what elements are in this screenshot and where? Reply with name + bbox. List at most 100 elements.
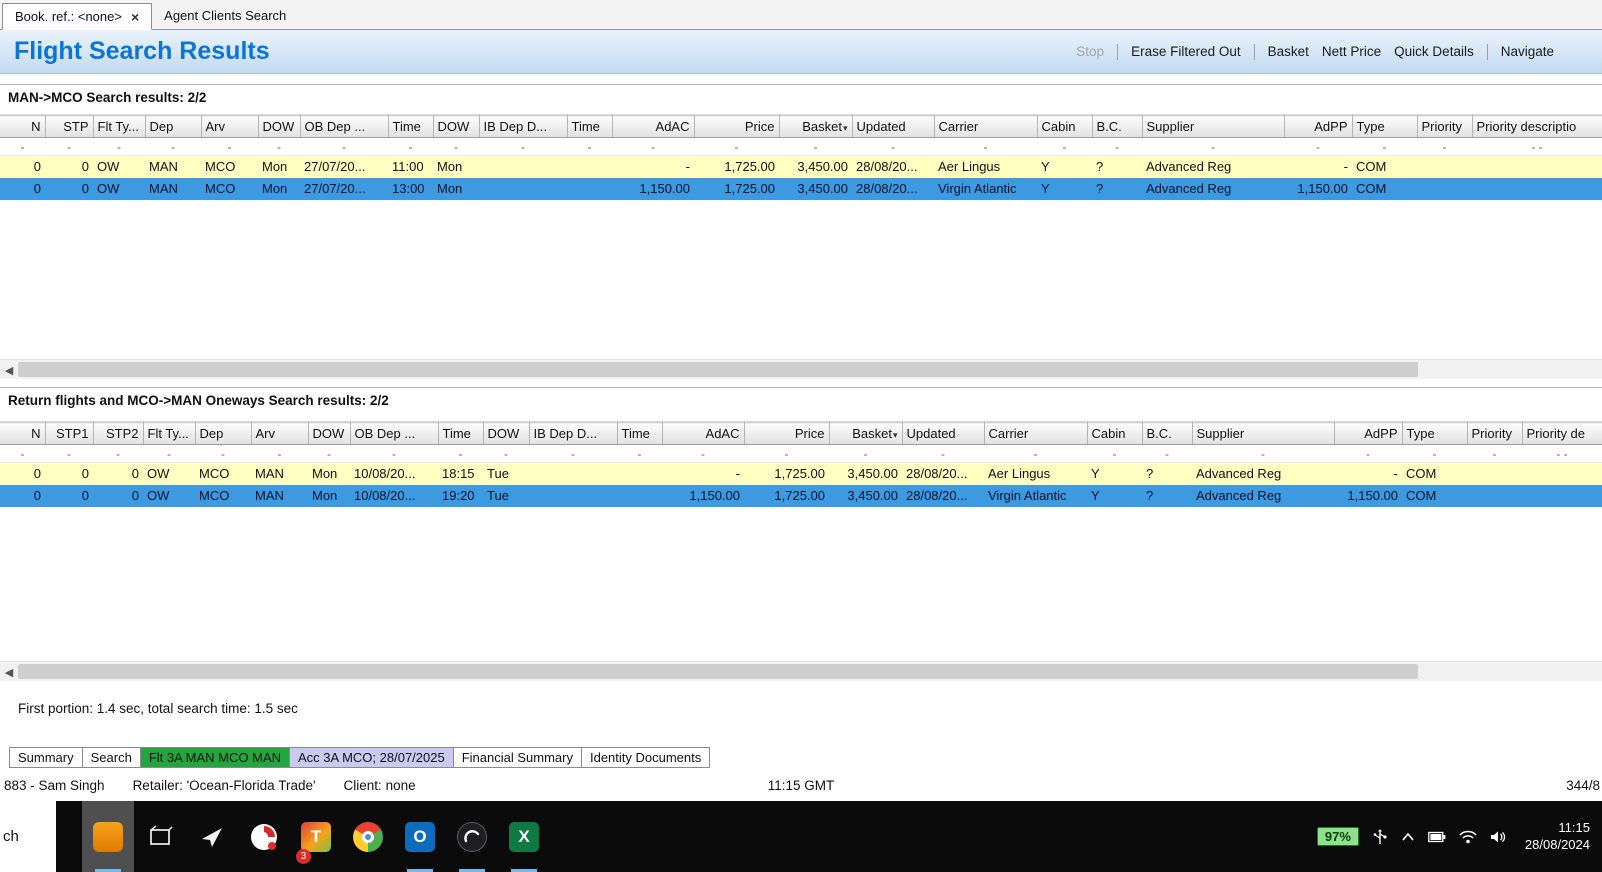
column-header[interactable]: Cabin [1037,115,1093,138]
volume-icon[interactable] [1490,830,1506,844]
filter-cell[interactable]: - [45,137,93,156]
column-header[interactable]: Cabin [1087,422,1143,445]
filter-cell[interactable]: - [388,137,433,156]
outbound-horizontal-scrollbar[interactable]: ◀ [0,359,1602,379]
column-header[interactable]: Type [1352,115,1418,138]
column-header[interactable]: Carrier [984,422,1088,445]
column-header[interactable]: DOW [433,115,480,138]
column-header[interactable]: Updated [902,422,985,445]
column-header[interactable]: Time [388,115,434,138]
filter-cell[interactable]: - [934,137,1037,156]
filter-cell[interactable]: - [1284,137,1352,156]
filter-cell[interactable]: - [1417,137,1472,156]
quick-details-button[interactable]: Quick Details [1394,44,1474,59]
filter-cell[interactable]: - [0,444,45,463]
nett-price-button[interactable]: Nett Price [1322,44,1381,59]
column-header[interactable]: AdPP [1334,422,1403,445]
column-header[interactable]: Priority de [1522,422,1602,445]
column-header[interactable]: Flt Ty... [143,422,196,445]
column-header[interactable]: Time [567,115,613,138]
filter-cell[interactable]: - [1192,444,1334,463]
column-header[interactable]: Priority [1417,115,1473,138]
bottom-tab-4[interactable]: Acc 3A MCO; 28/07/2025 [289,746,454,768]
column-header[interactable]: Basket▾ [779,115,853,138]
battery-icon[interactable] [1428,831,1446,843]
filter-cell[interactable]: - [0,137,45,156]
active-app-button[interactable] [82,801,134,872]
wifi-icon[interactable] [1459,830,1477,844]
column-header[interactable]: Price [744,422,830,445]
column-header[interactable]: Type [1402,422,1468,445]
filter-cell[interactable]: - [1142,137,1284,156]
filter-cell[interactable]: - [744,444,829,463]
red-badge-app-button[interactable] [238,801,290,872]
bottom-tab-5[interactable]: Financial Summary [452,746,582,768]
filter-cell[interactable]: - [483,444,529,463]
filter-cell[interactable]: - [143,444,195,463]
tab-agent-clients-search[interactable]: Agent Clients Search [152,2,298,29]
column-header[interactable]: DOW [308,422,351,445]
filter-cell[interactable]: - [251,444,308,463]
column-header[interactable]: Arv [201,115,259,138]
column-header[interactable]: Time [617,422,663,445]
column-header[interactable]: Arv [251,422,309,445]
flight-row[interactable]: 0 0 0 OW MCO MAN Mon 10/08/20... 19:20 Tue 1,150.0… [0,484,1602,507]
filter-cell[interactable]: - [694,137,779,156]
filter-cell[interactable]: - [1092,137,1142,156]
filter-cell[interactable]: - [258,137,300,156]
column-header[interactable]: STP [45,115,94,138]
column-header[interactable]: Flt Ty... [93,115,146,138]
column-header[interactable]: Priority descriptio [1472,115,1602,138]
filter-cell[interactable]: - [438,444,483,463]
column-header[interactable]: IB Dep D... [529,422,618,445]
column-header[interactable]: AdAC [662,422,745,445]
scrollbar-thumb[interactable] [18,362,1418,377]
stop-button[interactable]: Stop [1076,44,1104,59]
column-header[interactable]: Basket▾ [829,422,903,445]
filter-cell[interactable]: - [1334,444,1402,463]
flight-row[interactable]: 0 0 0 OW MCO MAN Mon 10/08/20... 18:15 Tue - 1,725.… [0,462,1602,485]
column-header[interactable]: Updated [852,115,935,138]
task-view-button[interactable] [134,801,186,872]
filter-cell[interactable]: - [1352,137,1417,156]
bottom-tab-1[interactable]: Summary [9,746,83,768]
close-icon[interactable]: × [131,10,139,24]
notification-app-button[interactable]: T 3 [290,801,342,872]
filter-cell[interactable]: - [829,444,902,463]
erase-filtered-out-button[interactable]: Erase Filtered Out [1131,44,1241,59]
scrollbar-thumb[interactable] [18,664,1418,679]
column-header[interactable]: Supplier [1142,115,1285,138]
battery-percent-badge[interactable]: 97% [1316,827,1359,846]
filter-cell[interactable]: - - [1522,444,1602,463]
filter-cell[interactable]: - [433,137,479,156]
column-header[interactable]: Dep [145,115,202,138]
filter-cell[interactable]: - [662,444,744,463]
filter-cell[interactable]: - [201,137,258,156]
bottom-tab-6[interactable]: Identity Documents [580,746,711,768]
filter-cell[interactable]: - [1037,137,1092,156]
filter-cell[interactable]: - [479,137,567,156]
column-header[interactable]: AdAC [612,115,695,138]
filter-cell[interactable]: - [45,444,93,463]
column-header[interactable]: Time [438,422,484,445]
column-header[interactable]: STP1 [45,422,94,445]
dark-app-button[interactable] [446,801,498,872]
column-header[interactable]: N [0,115,46,138]
filter-cell[interactable]: - [145,137,201,156]
chrome-button[interactable] [342,801,394,872]
filter-cell[interactable]: - [779,137,852,156]
filter-cell[interactable]: - [93,137,145,156]
filter-cell[interactable]: - [1142,444,1192,463]
column-header[interactable]: B.C. [1092,115,1143,138]
filter-cell[interactable]: - [195,444,251,463]
filter-cell[interactable]: - [902,444,984,463]
excel-button[interactable]: X [498,801,550,872]
taskbar-search-box[interactable]: ch [0,801,56,872]
filter-cell[interactable]: - [1402,444,1467,463]
filter-cell[interactable]: - [612,137,694,156]
tab-booking-ref[interactable]: Book. ref.: <none> × [2,3,153,30]
clock[interactable]: 11:15 28/08/2024 [1525,820,1590,854]
outlook-button[interactable]: O [394,801,446,872]
filter-cell[interactable]: - [617,444,662,463]
column-header[interactable]: Dep [195,422,252,445]
